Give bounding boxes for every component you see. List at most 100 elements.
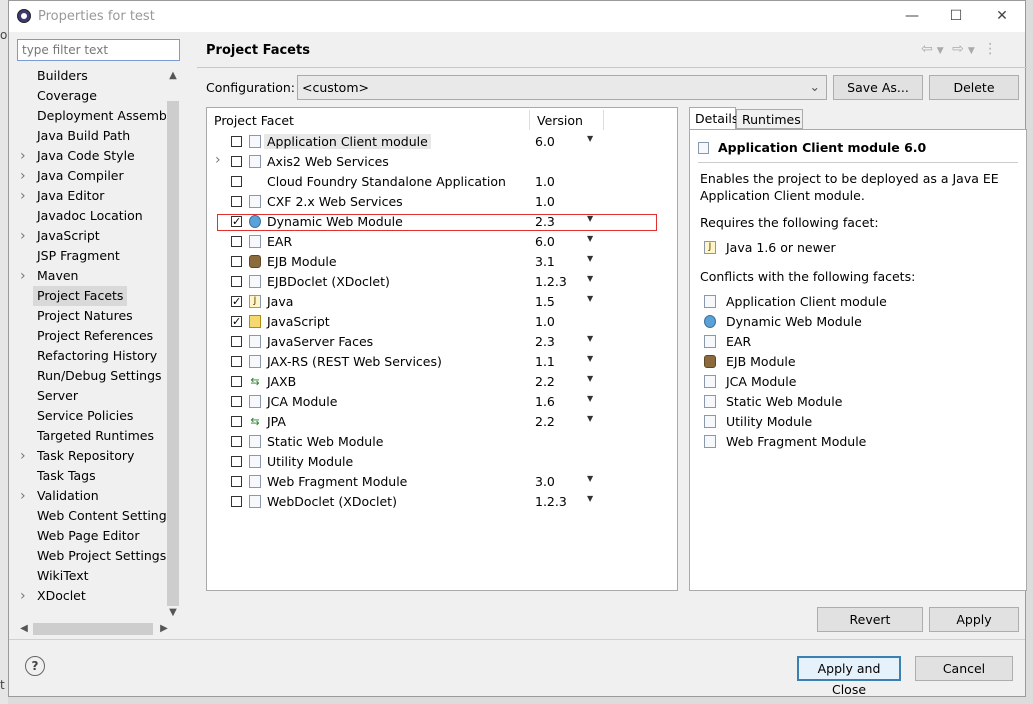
- facet-version[interactable]: 1.1: [535, 354, 555, 369]
- facet-row[interactable]: EJBDoclet (XDoclet) 1.2.3 ▼: [207, 272, 677, 292]
- expand-arrow-icon[interactable]: ›: [20, 446, 26, 466]
- facet-checkbox[interactable]: [231, 336, 242, 347]
- facet-checkbox[interactable]: [231, 136, 242, 147]
- facet-row[interactable]: JCA Module 1.6 ▼: [207, 392, 677, 412]
- facet-checkbox[interactable]: [231, 376, 242, 387]
- version-dropdown-icon[interactable]: ▼: [587, 494, 593, 503]
- facet-checkbox[interactable]: ✓: [231, 316, 242, 327]
- facet-row[interactable]: JAX-RS (REST Web Services) 1.1 ▼: [207, 352, 677, 372]
- expand-arrow-icon[interactable]: ›: [215, 152, 221, 168]
- facet-checkbox[interactable]: [231, 416, 242, 427]
- facet-row[interactable]: Web Fragment Module 3.0 ▼: [207, 472, 677, 492]
- tree-horizontal-scrollbar[interactable]: ◀ ▶: [17, 621, 168, 637]
- cancel-button[interactable]: Cancel: [915, 656, 1013, 681]
- facet-version[interactable]: 2.3: [535, 334, 555, 349]
- facet-checkbox[interactable]: [231, 276, 242, 287]
- facet-row[interactable]: ✓ JavaScript 1.0: [207, 312, 677, 332]
- tree-vertical-scrollbar[interactable]: ▲ ▼: [166, 65, 180, 621]
- facet-checkbox[interactable]: [231, 396, 242, 407]
- scroll-up-icon[interactable]: ▲: [166, 68, 180, 84]
- apply-button[interactable]: Apply: [929, 607, 1019, 632]
- facet-version[interactable]: 6.0: [535, 134, 555, 149]
- version-dropdown-icon[interactable]: ▼: [587, 294, 593, 303]
- expand-arrow-icon[interactable]: ›: [20, 186, 26, 206]
- facet-checkbox[interactable]: [231, 496, 242, 507]
- facet-version[interactable]: 2.2: [535, 414, 555, 429]
- version-dropdown-icon[interactable]: ▼: [587, 254, 593, 263]
- facet-checkbox[interactable]: [231, 476, 242, 487]
- scroll-thumb[interactable]: [167, 101, 179, 606]
- expand-arrow-icon[interactable]: ›: [20, 166, 26, 186]
- facet-checkbox[interactable]: [231, 456, 242, 467]
- expand-arrow-icon[interactable]: ›: [20, 146, 26, 166]
- column-header-version[interactable]: Version: [537, 110, 583, 132]
- facet-row[interactable]: WebDoclet (XDoclet) 1.2.3 ▼: [207, 492, 677, 512]
- expand-arrow-icon[interactable]: ›: [20, 486, 26, 506]
- facet-checkbox[interactable]: [231, 196, 242, 207]
- expand-arrow-icon[interactable]: ›: [20, 586, 26, 606]
- configuration-select[interactable]: <custom> ⌄: [297, 75, 827, 100]
- revert-button[interactable]: Revert: [817, 607, 923, 632]
- help-icon[interactable]: ?: [25, 656, 45, 676]
- facet-version[interactable]: 1.2.3: [535, 494, 567, 509]
- maximize-button[interactable]: ☐: [941, 6, 971, 26]
- facet-row[interactable]: ✓ J Java 1.5 ▼: [207, 292, 677, 312]
- back-menu-icon[interactable]: ▼: [937, 46, 944, 56]
- facet-checkbox[interactable]: [231, 236, 242, 247]
- version-dropdown-icon[interactable]: ▼: [587, 394, 593, 403]
- column-header-facet[interactable]: Project Facet: [214, 110, 294, 132]
- close-button[interactable]: ✕: [987, 6, 1017, 26]
- facet-row[interactable]: ⇆ JAXB 2.2 ▼: [207, 372, 677, 392]
- scroll-down-icon[interactable]: ▼: [166, 605, 180, 621]
- version-dropdown-icon[interactable]: ▼: [587, 274, 593, 283]
- facet-name: EAR: [267, 234, 293, 249]
- facet-checkbox[interactable]: [231, 256, 242, 267]
- facet-version[interactable]: 2.2: [535, 374, 555, 389]
- delete-button[interactable]: Delete: [929, 75, 1019, 100]
- scroll-left-icon[interactable]: ◀: [17, 621, 31, 637]
- facet-version[interactable]: 1.6: [535, 394, 555, 409]
- tree-item-label: Project Facets: [33, 286, 128, 306]
- facet-row[interactable]: CXF 2.x Web Services 1.0: [207, 192, 677, 212]
- tab-runtimes[interactable]: Runtimes: [736, 109, 803, 129]
- scroll-right-icon[interactable]: ▶: [157, 621, 171, 637]
- facet-row[interactable]: ⇆ JPA 2.2 ▼: [207, 412, 677, 432]
- version-dropdown-icon[interactable]: ▼: [587, 414, 593, 423]
- facet-version[interactable]: 1.2.3: [535, 274, 567, 289]
- facet-checkbox[interactable]: [231, 156, 242, 167]
- facet-checkbox[interactable]: [231, 356, 242, 367]
- save-as-button[interactable]: Save As...: [833, 75, 923, 100]
- facet-version[interactable]: 3.1: [535, 254, 555, 269]
- facet-row[interactable]: Application Client module 6.0 ▼: [207, 132, 677, 152]
- facet-version[interactable]: 1.5: [535, 294, 555, 309]
- facet-version[interactable]: 3.0: [535, 474, 555, 489]
- view-menu-icon[interactable]: ⋮: [983, 41, 997, 57]
- forward-menu-icon[interactable]: ▼: [968, 46, 975, 56]
- version-dropdown-icon[interactable]: ▼: [587, 354, 593, 363]
- forward-arrow-icon[interactable]: ⇨: [952, 41, 964, 57]
- version-dropdown-icon[interactable]: ▼: [587, 374, 593, 383]
- filter-input[interactable]: type filter text: [17, 39, 180, 61]
- facet-row[interactable]: › Axis2 Web Services: [207, 152, 677, 172]
- version-dropdown-icon[interactable]: ▼: [587, 134, 593, 143]
- facet-row[interactable]: Cloud Foundry Standalone Application 1.0: [207, 172, 677, 192]
- facet-row[interactable]: EJB Module 3.1 ▼: [207, 252, 677, 272]
- tab-details[interactable]: Details: [689, 107, 738, 130]
- facet-checkbox[interactable]: [231, 176, 242, 187]
- facet-row[interactable]: EAR 6.0 ▼: [207, 232, 677, 252]
- facet-checkbox[interactable]: [231, 436, 242, 447]
- expand-arrow-icon[interactable]: ›: [20, 226, 26, 246]
- facet-row[interactable]: Static Web Module: [207, 432, 677, 452]
- facet-checkbox[interactable]: ✓: [231, 296, 242, 307]
- facet-row[interactable]: Utility Module: [207, 452, 677, 472]
- version-dropdown-icon[interactable]: ▼: [587, 234, 593, 243]
- facet-row[interactable]: JavaServer Faces 2.3 ▼: [207, 332, 677, 352]
- scroll-thumb[interactable]: [33, 623, 153, 635]
- expand-arrow-icon[interactable]: ›: [20, 266, 26, 286]
- facet-version[interactable]: 6.0: [535, 234, 555, 249]
- minimize-button[interactable]: —: [897, 6, 927, 26]
- back-arrow-icon[interactable]: ⇦: [921, 41, 933, 57]
- version-dropdown-icon[interactable]: ▼: [587, 334, 593, 343]
- version-dropdown-icon[interactable]: ▼: [587, 474, 593, 483]
- apply-and-close-button[interactable]: Apply and Close: [797, 656, 901, 697]
